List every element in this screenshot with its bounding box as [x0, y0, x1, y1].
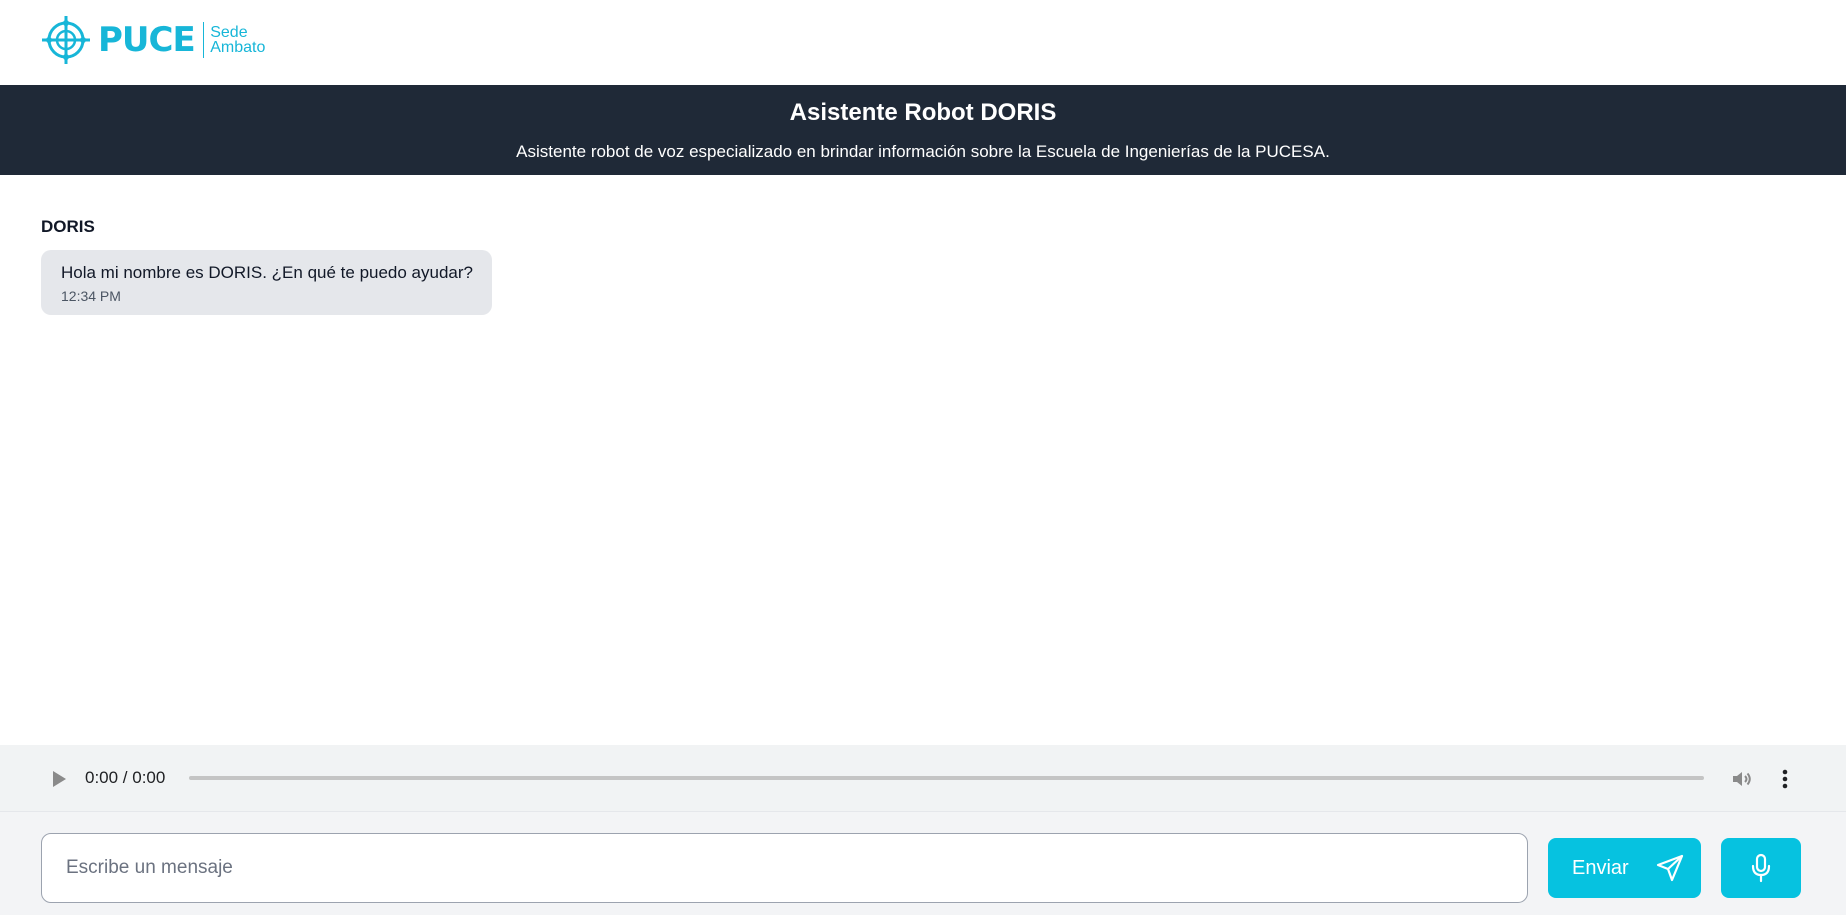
send-button[interactable]: Enviar — [1548, 838, 1701, 898]
send-button-label: Enviar — [1572, 856, 1629, 879]
microphone-icon — [1751, 853, 1771, 883]
top-bar: PUCE Sede Ambato — [0, 0, 1846, 85]
message-timestamp: 12:34 PM — [61, 288, 121, 304]
audio-progress-bar[interactable] — [189, 776, 1704, 780]
message-sender: DORIS — [41, 217, 95, 236]
send-icon — [1656, 854, 1683, 882]
microphone-button[interactable] — [1721, 838, 1801, 898]
logo-subtitle: Sede Ambato — [210, 24, 266, 56]
puce-emblem-icon — [42, 16, 90, 64]
page-subtitle: Asistente robot de voz especializado en … — [516, 142, 1330, 161]
chat-area[interactable]: DORIS Hola mi nombre es DORIS. ¿En qué t… — [0, 175, 1846, 745]
play-icon[interactable] — [50, 769, 68, 789]
more-options-icon[interactable] — [1775, 767, 1795, 791]
message-bubble: Hola mi nombre es DORIS. ¿En qué te pued… — [41, 250, 492, 315]
logo-brand-text: PUCE — [98, 20, 196, 60]
message-text: Hola mi nombre es DORIS. ¿En qué te pued… — [61, 263, 473, 282]
audio-player: 0:00 / 0:00 — [0, 745, 1846, 812]
audio-time: 0:00 / 0:00 — [85, 768, 166, 787]
page-title: Asistente Robot DORIS — [789, 99, 1057, 126]
logo-divider — [202, 22, 205, 58]
volume-icon[interactable] — [1730, 767, 1754, 791]
message-input[interactable] — [41, 833, 1528, 903]
logo-sub-line1: Sede — [210, 24, 248, 41]
logo-sub-line2: Ambato — [210, 39, 266, 56]
title-banner: Asistente Robot DORIS Asistente robot de… — [0, 85, 1846, 175]
message-composer: Enviar — [0, 812, 1846, 915]
puce-logo[interactable]: PUCE Sede Ambato — [40, 14, 265, 66]
